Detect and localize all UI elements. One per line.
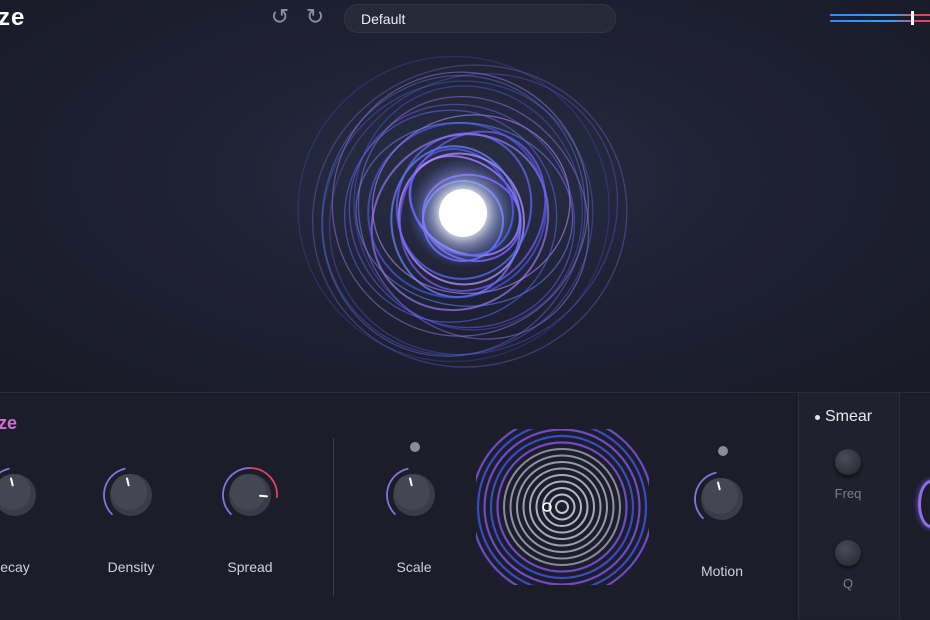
section-title: ze xyxy=(0,413,18,433)
redo-icon: ↻ xyxy=(305,5,325,30)
undo-button[interactable]: ↺ xyxy=(268,6,292,30)
density-knob-graphic xyxy=(103,467,152,516)
decay-knob[interactable] xyxy=(0,465,45,525)
knob-face xyxy=(702,478,738,514)
preset-selector[interactable]: Default xyxy=(344,4,616,33)
motion-knob[interactable] xyxy=(692,469,752,529)
knob-face xyxy=(111,474,147,510)
density-label: Density xyxy=(107,559,155,575)
decay-label: ecay xyxy=(0,559,30,575)
visualizer-core xyxy=(439,189,487,237)
section-divider xyxy=(333,438,334,596)
motion-knob-graphic xyxy=(694,471,743,520)
meter-bar-right xyxy=(830,20,930,22)
redo-button[interactable]: ↻ xyxy=(303,6,327,30)
meter-bar-left xyxy=(830,14,930,16)
scale-label: Scale xyxy=(396,559,432,575)
undo-icon: ↺ xyxy=(270,5,290,30)
control-panel: ze ecay Density Spread Scale Motion Smea… xyxy=(0,392,930,620)
spread-knob[interactable] xyxy=(220,465,280,525)
scale-mod-indicator[interactable] xyxy=(410,442,420,452)
smear-freq-knob[interactable] xyxy=(835,449,861,475)
smear-freq-label: Freq xyxy=(834,486,862,501)
smear-q-knob[interactable] xyxy=(835,540,861,566)
meter-thumb[interactable] xyxy=(911,11,914,25)
scale-pad-rings xyxy=(476,429,649,585)
smear-q-label: Q xyxy=(842,576,854,591)
visualizer-display[interactable]: ze ↺ ↻ Default xyxy=(0,0,930,392)
spread-label: Spread xyxy=(227,559,273,575)
scale-pad-ring-group xyxy=(476,429,649,585)
scale-knob-graphic xyxy=(386,467,435,516)
smear-panel: Smear Freq Q xyxy=(798,393,900,619)
smear-title-text: Smear xyxy=(825,408,873,425)
density-knob[interactable] xyxy=(101,465,161,525)
smear-title[interactable]: Smear xyxy=(815,408,872,426)
scale-knob[interactable] xyxy=(384,465,444,525)
knob-indicator xyxy=(258,494,268,498)
output-meter[interactable] xyxy=(830,11,930,25)
motion-label: Motion xyxy=(700,563,744,579)
scale-pad-center xyxy=(558,503,566,511)
spread-knob-graphic xyxy=(222,467,278,516)
app-logo: ze xyxy=(0,4,26,31)
visualizer-canvas xyxy=(0,55,930,368)
motion-mod-indicator[interactable] xyxy=(718,446,728,456)
knob-face xyxy=(394,474,430,510)
knob-face xyxy=(230,474,266,510)
scale-pad[interactable] xyxy=(476,429,649,585)
decay-knob-graphic xyxy=(0,467,36,516)
